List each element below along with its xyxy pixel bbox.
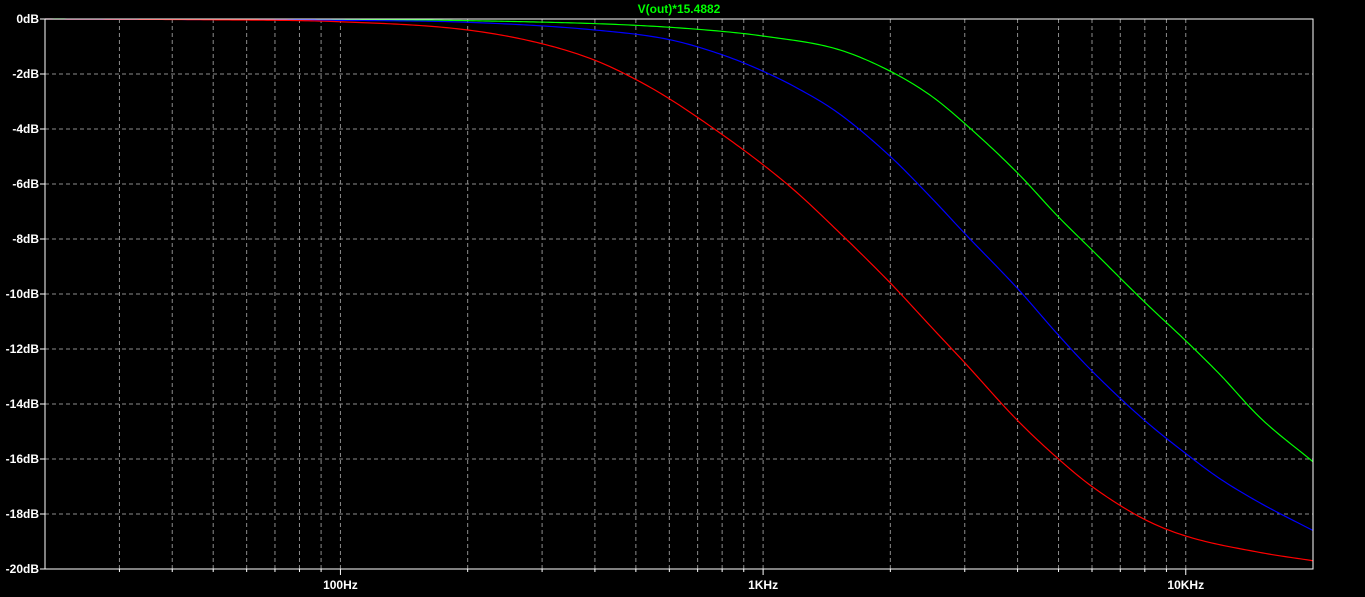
y-tick-label: -12dB <box>6 342 40 356</box>
y-tick-label: -4dB <box>12 122 39 136</box>
bode-plot: 0dB -2dB -4dB -6dB -8dB -10dB -12dB -14dB -16dB -… <box>0 0 1365 597</box>
y-tick-label: -14dB <box>6 397 40 411</box>
x-tick-label: 100Hz <box>323 578 358 592</box>
x-tick-label: 1KHz <box>748 578 778 592</box>
chart-title: V(out)*15.4882 <box>638 2 721 16</box>
y-tick-label: -16dB <box>6 452 40 466</box>
y-tick-label: -2dB <box>12 67 39 81</box>
y-tick-label: -18dB <box>6 507 40 521</box>
y-tick-label: -6dB <box>12 177 39 191</box>
y-tick-label: 0dB <box>16 12 39 26</box>
y-tick-label: -10dB <box>6 287 40 301</box>
y-tick-label: -8dB <box>12 232 39 246</box>
y-tick-label: -20dB <box>6 562 40 576</box>
chart-background <box>0 0 1365 597</box>
x-tick-label: 10KHz <box>1167 578 1204 592</box>
